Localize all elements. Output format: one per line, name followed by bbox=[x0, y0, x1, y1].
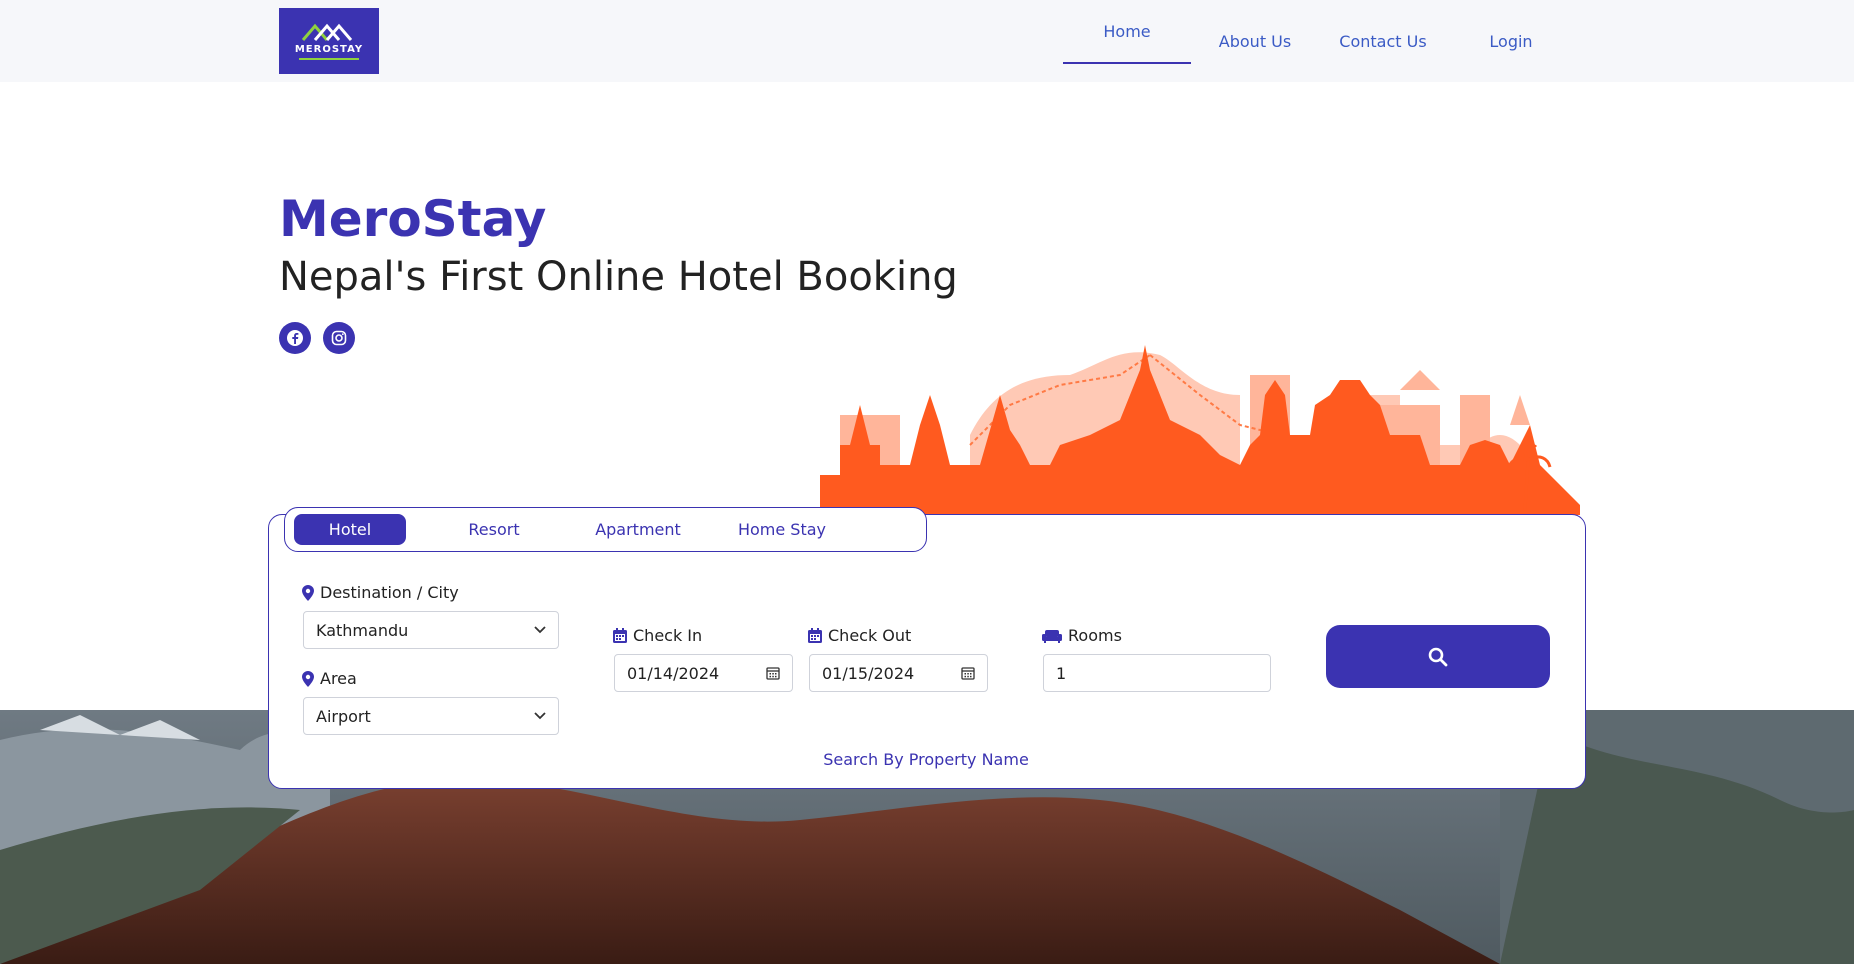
tab-resort[interactable]: Resort bbox=[436, 514, 552, 545]
search-icon bbox=[1428, 647, 1448, 666]
area-label-text: Area bbox=[320, 669, 357, 688]
rooms-value: 1 bbox=[1056, 663, 1067, 683]
rooms-input[interactable]: 1 bbox=[1043, 654, 1271, 692]
kathmandu-skyline-illustration bbox=[820, 345, 1580, 515]
destination-value: Kathmandu bbox=[316, 620, 409, 640]
area-select[interactable]: Airport bbox=[303, 697, 559, 735]
hero-tagline: Nepal's First Online Hotel Booking bbox=[279, 254, 958, 300]
search-by-property-name-link[interactable]: Search By Property Name bbox=[780, 750, 1072, 769]
facebook-link[interactable] bbox=[279, 322, 311, 354]
check-out-date-input[interactable]: 01/15/2024 bbox=[809, 654, 988, 692]
search-button[interactable] bbox=[1326, 625, 1550, 688]
check-in-label: Check In bbox=[613, 626, 702, 645]
rooms-label-text: Rooms bbox=[1068, 626, 1122, 645]
area-value: Airport bbox=[316, 706, 371, 726]
logo-underline bbox=[299, 58, 359, 60]
rooms-label: Rooms bbox=[1042, 626, 1122, 645]
nav-login[interactable]: Login bbox=[1447, 0, 1575, 82]
tab-hotel[interactable]: Hotel bbox=[294, 514, 406, 545]
site-header: MEROSTAY Home About Us Contact Us Login bbox=[0, 0, 1854, 82]
tab-apartment[interactable]: Apartment bbox=[584, 514, 692, 545]
nav-contact-us[interactable]: Contact Us bbox=[1319, 0, 1447, 82]
destination-label-text: Destination / City bbox=[320, 583, 459, 602]
destination-select[interactable]: Kathmandu bbox=[303, 611, 559, 649]
instagram-icon bbox=[331, 330, 347, 346]
logo-text: MEROSTAY bbox=[294, 44, 364, 55]
calendar-icon bbox=[808, 628, 822, 643]
calendar-picker-icon[interactable] bbox=[766, 666, 780, 680]
check-in-label-text: Check In bbox=[633, 626, 703, 645]
chevron-down-icon bbox=[534, 626, 546, 634]
area-label: Area bbox=[302, 669, 357, 688]
destination-label: Destination / City bbox=[302, 583, 459, 602]
check-out-label: Check Out bbox=[808, 626, 911, 645]
sofa-icon bbox=[1042, 629, 1062, 643]
nav-home[interactable]: Home bbox=[1063, 0, 1191, 64]
calendar-icon bbox=[613, 628, 627, 643]
map-pin-icon bbox=[302, 670, 314, 687]
merostay-logo[interactable]: MEROSTAY bbox=[279, 8, 379, 74]
nav-about-us[interactable]: About Us bbox=[1191, 0, 1319, 82]
check-out-label-text: Check Out bbox=[828, 626, 912, 645]
check-out-value: 01/15/2024 bbox=[822, 663, 915, 683]
facebook-icon bbox=[287, 330, 303, 346]
tab-home-stay[interactable]: Home Stay bbox=[726, 514, 838, 545]
chevron-down-icon bbox=[534, 712, 546, 720]
map-pin-icon bbox=[302, 584, 314, 601]
check-in-value: 01/14/2024 bbox=[627, 663, 720, 683]
check-in-date-input[interactable]: 01/14/2024 bbox=[614, 654, 793, 692]
calendar-picker-icon[interactable] bbox=[961, 666, 975, 680]
instagram-link[interactable] bbox=[323, 322, 355, 354]
hero-brand-title: MeroStay bbox=[279, 190, 547, 248]
roof-icon bbox=[301, 23, 353, 41]
